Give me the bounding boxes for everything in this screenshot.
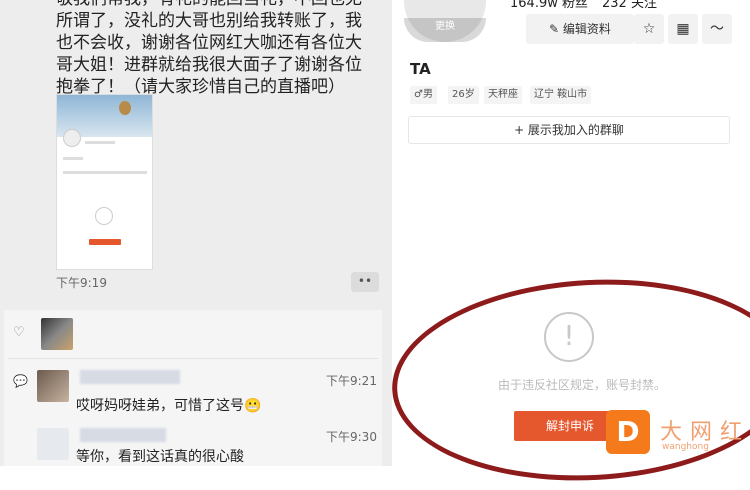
commenter-name[interactable] (80, 370, 180, 384)
comment-time: 下午9:30 (326, 430, 377, 444)
edit-profile-label: 编辑资料 (562, 22, 611, 36)
avatar-change-label[interactable]: 更换 (404, 18, 486, 42)
comment-time: 下午9:21 (326, 374, 377, 388)
divider (8, 358, 378, 359)
comment-text: 哎呀妈呀娃弟，可惜了这号😬 (76, 398, 262, 414)
watermark-subtext: wanghong (662, 442, 709, 452)
tag-zodiac: 天秤座 (484, 86, 522, 104)
star-icon[interactable]: ☆ (634, 14, 664, 44)
comment-text: 等你，看到这话真的很心酸 (76, 449, 244, 465)
thumbnail-warning-icon (95, 207, 113, 225)
qr-code-icon[interactable]: ▦ (668, 14, 698, 44)
watermark-logo: D 大网红 wanghong (606, 410, 750, 460)
screenshot-thumbnail[interactable] (56, 94, 153, 270)
thumbnail-button (89, 239, 121, 245)
tag-gender: ♂男 (410, 86, 437, 104)
avatar[interactable] (41, 318, 73, 350)
comment-icon: 💬 (13, 374, 28, 388)
thumbnail-line (63, 171, 147, 174)
edit-profile-button[interactable]: ✎ 编辑资料 (526, 14, 634, 44)
edit-icon: ✎ (549, 22, 563, 36)
show-groups-button[interactable]: + 展示我加入的群聊 (408, 116, 730, 144)
message-time: 下午9:19 (56, 276, 107, 290)
watermark-letter: D (606, 410, 650, 454)
more-button[interactable]: •• (351, 272, 379, 292)
thumbnail-line (85, 141, 115, 144)
thumbnail-line (63, 157, 83, 160)
avatar[interactable] (37, 428, 69, 460)
chat-panel: 敬我们帮我，有礼的能回当礼，不回也无所谓了，没礼的大哥也别给我转账了，我也不会收… (0, 0, 392, 466)
tag-age: 26岁 (448, 86, 479, 104)
username: TA (410, 60, 431, 78)
heart-icon: ♡ (13, 325, 25, 340)
comment-section: ♡ 💬 下午9:21 哎呀妈呀娃弟，可惜了这号😬 下午9:30 等你，看到这话真… (4, 310, 382, 466)
avatar[interactable]: 更换 (404, 0, 486, 42)
tag-location: 辽宁 鞍山市 (530, 86, 592, 104)
thumbnail-avatar (63, 129, 81, 147)
message-text: 敬我们帮我，有礼的能回当礼，不回也无所谓了，没礼的大哥也别给我转账了，我也不会收… (56, 0, 362, 97)
trend-icon[interactable]: 〜 (702, 14, 732, 44)
fans-count[interactable]: 164.9w 粉丝 (510, 0, 588, 11)
balloon-icon (119, 101, 131, 115)
commenter-name[interactable] (80, 428, 166, 442)
avatar[interactable] (37, 370, 69, 402)
follows-count[interactable]: 232 关注 (602, 0, 657, 11)
